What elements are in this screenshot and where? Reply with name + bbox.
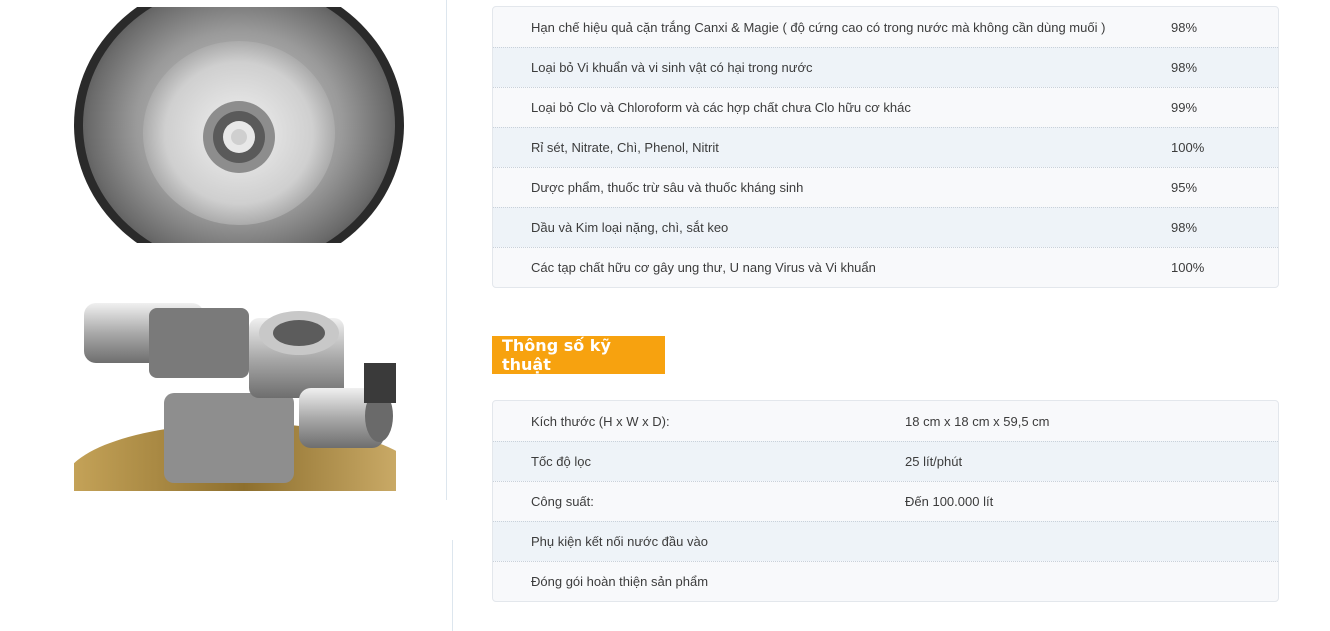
table-row: Hạn chế hiệu quả cặn trắng Canxi & Magie…: [493, 7, 1278, 47]
effectiveness-table: Hạn chế hiệu quả cặn trắng Canxi & Magie…: [492, 6, 1279, 288]
row-label: Dược phẩm, thuốc trừ sâu và thuốc kháng …: [531, 180, 804, 195]
table-row: Các tạp chất hữu cơ gây ung thư, U nang …: [493, 247, 1278, 287]
row-label: Tốc độ lọc: [531, 454, 591, 469]
table-row: Đóng gói hoàn thiện sản phẩm: [493, 561, 1278, 601]
table-row: Loại bỏ Vi khuẩn và vi sinh vật có hại t…: [493, 47, 1278, 87]
row-label: Rỉ sét, Nitrate, Chì, Phenol, Nitrit: [531, 140, 719, 155]
row-label: Dầu và Kim loại nặng, chì, sắt keo: [531, 220, 729, 235]
row-value: 100%: [1171, 260, 1205, 275]
table-row: Kích thước (H x W x D): 18 cm x 18 cm x …: [493, 401, 1278, 441]
row-label: Loại bỏ Vi khuẩn và vi sinh vật có hại t…: [531, 60, 813, 75]
row-label: Phụ kiện kết nối nước đầu vào: [531, 534, 708, 549]
row-value: 95%: [1171, 180, 1198, 195]
valve-illustration: [74, 283, 396, 491]
row-label: Loại bỏ Clo và Chloroform và các hợp chấ…: [531, 100, 911, 115]
row-value: 99%: [1171, 100, 1198, 115]
row-value: 18 cm x 18 cm x 59,5 cm: [905, 413, 1050, 429]
row-value: 98%: [1171, 60, 1198, 75]
table-row: Dầu và Kim loại nặng, chì, sắt keo 98%: [493, 207, 1278, 247]
row-value: 25 lít/phút: [905, 454, 963, 469]
table-row: Rỉ sét, Nitrate, Chì, Phenol, Nitrit 100…: [493, 127, 1278, 167]
column-divider: [446, 0, 447, 500]
row-value: 98%: [1171, 220, 1198, 235]
column-divider-lower: [452, 540, 453, 631]
row-label: Công suất:: [531, 494, 594, 509]
product-photo-bowl: [74, 7, 407, 243]
row-value: 100%: [1171, 140, 1205, 155]
row-label: Hạn chế hiệu quả cặn trắng Canxi & Magie…: [531, 19, 1106, 35]
spec-table: Kích thước (H x W x D): 18 cm x 18 cm x …: [492, 400, 1279, 602]
spec-section-heading: Thông số kỹ thuật: [492, 336, 665, 374]
row-value: Đến 100.000 lít: [905, 494, 994, 509]
table-row: Công suất: Đến 100.000 lít: [493, 481, 1278, 521]
table-row: Dược phẩm, thuốc trừ sâu và thuốc kháng …: [493, 167, 1278, 207]
product-photo-valve: [74, 283, 396, 491]
row-label: Các tạp chất hữu cơ gây ung thư, U nang …: [531, 260, 876, 275]
table-row: Phụ kiện kết nối nước đầu vào: [493, 521, 1278, 561]
table-row: Tốc độ lọc 25 lít/phút: [493, 441, 1278, 481]
bowl-illustration: [74, 7, 407, 243]
row-label: Kích thước (H x W x D):: [531, 413, 670, 429]
row-label: Đóng gói hoàn thiện sản phẩm: [531, 574, 709, 589]
row-value: 98%: [1171, 19, 1198, 35]
table-row: Loại bỏ Clo và Chloroform và các hợp chấ…: [493, 87, 1278, 127]
